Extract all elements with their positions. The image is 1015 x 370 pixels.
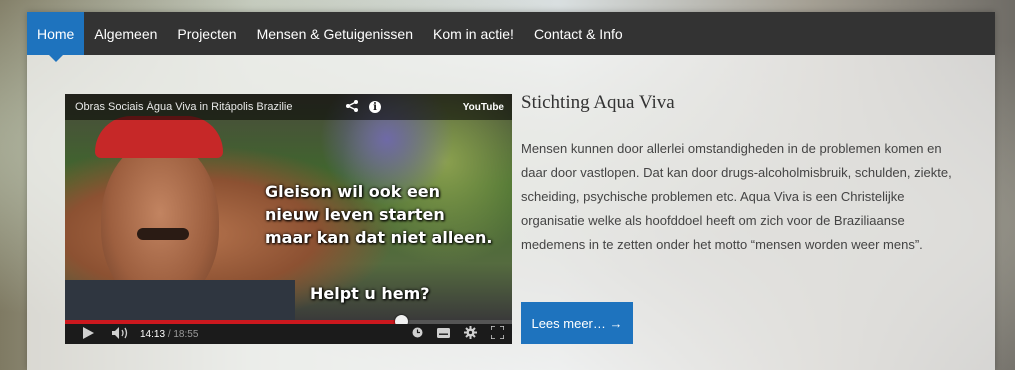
fullscreen-icon[interactable]	[490, 325, 505, 342]
shirt	[65, 280, 295, 320]
video-title-bar: Obras Sociais Água Viva in Ritápolis Bra…	[65, 94, 512, 120]
time-display: 14:13 / 18:55	[140, 329, 198, 340]
video-frame[interactable]: Gleison wil ook een nieuw leven starten …	[65, 94, 512, 320]
nav-item-mensen-getuigenissen[interactable]: Mensen & Getuigenissen	[247, 12, 423, 55]
video-player[interactable]: Gleison wil ook een nieuw leven starten …	[65, 94, 512, 344]
video-controls: 14:13 / 18:55	[65, 324, 512, 344]
overlay-question: Helpt u hem?	[310, 284, 430, 303]
main-navbar: Home Algemeen Projecten Mensen & Getuige…	[27, 12, 995, 62]
read-more-button[interactable]: Lees meer… →	[521, 302, 633, 344]
volume-icon[interactable]	[112, 326, 130, 342]
overlay-line: Gleison wil ook een	[265, 182, 441, 201]
section-heading: Stichting Aqua Viva	[521, 92, 675, 113]
nav-item-home[interactable]: Home	[27, 12, 85, 62]
video-overlay-text: Gleison wil ook een nieuw leven starten …	[265, 180, 510, 249]
video-title[interactable]: Obras Sociais Água Viva in Ritápolis Bra…	[75, 101, 337, 113]
gear-icon[interactable]	[464, 326, 477, 342]
nav-item-kom-in-actie[interactable]: Kom in actie!	[423, 12, 524, 55]
current-time: 14:13	[140, 328, 166, 340]
overlay-line: nieuw leven starten	[265, 205, 445, 224]
red-cap	[95, 116, 223, 158]
play-icon[interactable]	[83, 326, 94, 342]
mustache	[137, 228, 189, 240]
captions-icon[interactable]	[437, 327, 450, 341]
nav-item-algemeen[interactable]: Algemeen	[84, 12, 167, 55]
duration: / 18:55	[167, 328, 199, 340]
youtube-logo[interactable]: YouTube	[463, 102, 504, 113]
page-container: Home Algemeen Projecten Mensen & Getuige…	[27, 12, 995, 370]
info-icon[interactable]: i	[369, 101, 381, 113]
nav-item-projecten[interactable]: Projecten	[167, 12, 246, 55]
overlay-line: maar kan dat niet alleen.	[265, 228, 493, 247]
intro-paragraph: Mensen kunnen door allerlei omstandighed…	[521, 141, 952, 252]
nav-item-contact-info[interactable]: Contact & Info	[524, 12, 633, 55]
share-icon[interactable]	[345, 99, 359, 116]
clock-icon[interactable]	[412, 327, 423, 341]
